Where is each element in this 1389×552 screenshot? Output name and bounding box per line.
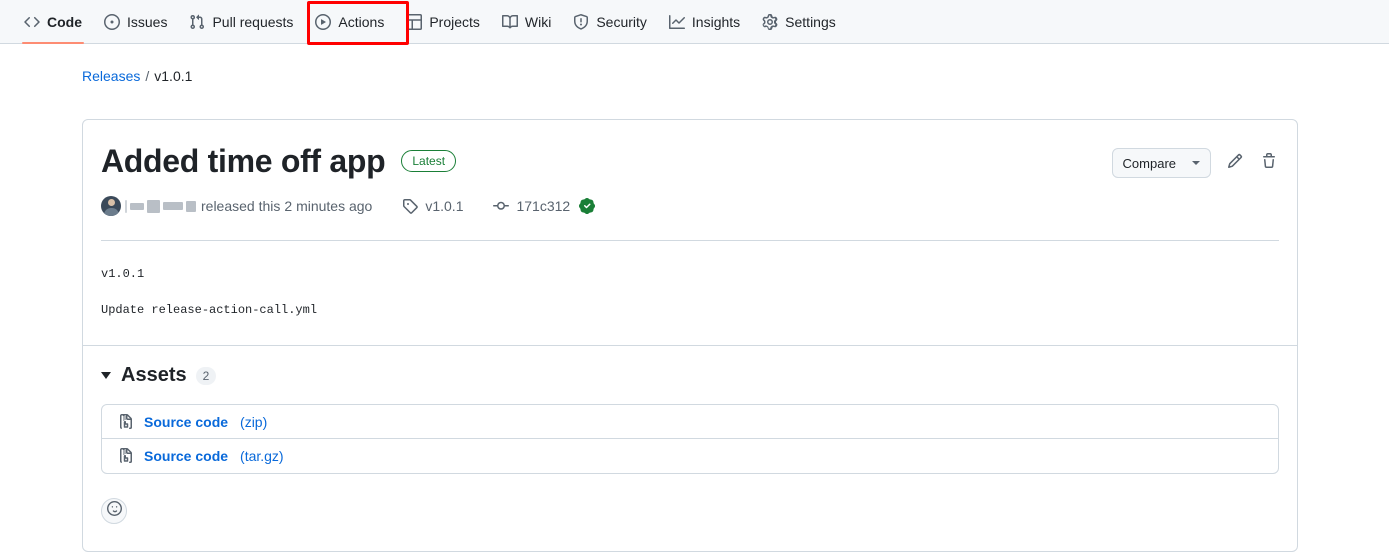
list-item[interactable]: Source code (zip) [102, 405, 1278, 440]
release-card: Added time off app Latest Compare releas… [82, 119, 1298, 552]
asset-name: Source code [144, 448, 229, 465]
asset-extension: (zip) [240, 413, 268, 430]
nav-tab-label: Security [596, 13, 647, 30]
nav-tab-issues[interactable]: Issues [94, 0, 177, 44]
issue-opened-icon [104, 13, 120, 30]
assets-list: Source code (zip) Source code (tar.gz) [101, 404, 1279, 475]
nav-tab-label: Wiki [524, 13, 552, 30]
assets-section: Assets 2 Source code (zip) Source code (… [83, 346, 1297, 546]
breadcrumb: Releases / v1.0.1 [0, 44, 1389, 84]
trash-icon [1261, 152, 1277, 174]
avatar-body [103, 208, 119, 217]
release-meta: released this 2 minutes ago v1.0.1 171c3… [101, 196, 1279, 217]
pencil-icon [1227, 153, 1243, 174]
release-commit-sha: 171c312 [516, 198, 571, 215]
delete-release-button[interactable] [1259, 152, 1279, 174]
nav-tab-security[interactable]: Security [563, 0, 657, 44]
book-icon [501, 14, 518, 30]
play-circle-icon [315, 13, 332, 30]
avatar-head [107, 199, 115, 207]
add-reaction-button[interactable] [101, 498, 127, 525]
chevron-down-icon [1192, 161, 1200, 165]
nav-tab-wiki[interactable]: Wiki [492, 0, 561, 44]
edit-release-button[interactable] [1225, 153, 1245, 173]
compare-button-label: Compare [1122, 155, 1176, 171]
nav-tab-settings[interactable]: Settings [752, 0, 846, 44]
asset-name: Source code [144, 413, 229, 430]
breadcrumb-current: v1.0.1 [154, 68, 193, 84]
released-this-label: released this [201, 198, 281, 215]
status-badge: Latest [401, 150, 457, 173]
page-title: Added time off app [101, 143, 386, 179]
nav-tab-label: Insights [691, 13, 741, 30]
nav-tab-projects[interactable]: Projects [396, 0, 490, 44]
assets-count-badge: 2 [195, 366, 217, 385]
list-item[interactable]: Source code (tar.gz) [102, 439, 1278, 473]
nav-tab-label: Pull requests [212, 13, 294, 30]
nav-tab-actions[interactable]: Actions [305, 0, 394, 44]
compare-button[interactable]: Compare [1111, 148, 1211, 178]
author-name-redacted [125, 199, 196, 213]
breadcrumb-releases-link[interactable]: Releases [82, 68, 140, 84]
release-commit[interactable]: 171c312 [493, 198, 570, 214]
avatar[interactable] [101, 196, 121, 217]
release-tag-label: v1.0.1 [425, 198, 464, 215]
shield-icon [573, 13, 589, 30]
tag-icon [402, 198, 419, 215]
nav-tab-insights[interactable]: Insights [659, 0, 750, 44]
repo-nav-bar: Code Issues Pull requests Actions Projec… [0, 0, 1389, 45]
assets-toggle[interactable]: Assets 2 [101, 364, 1279, 387]
code-icon [24, 14, 40, 30]
release-notes-line: Update release-action-call.yml [101, 303, 318, 318]
asset-extension: (tar.gz) [240, 448, 284, 465]
release-header: Added time off app Latest Compare [101, 142, 1279, 180]
table-icon [406, 13, 423, 30]
assets-title: Assets [121, 364, 187, 387]
nav-tab-label: Projects [429, 13, 480, 30]
git-pull-request-icon [189, 14, 205, 30]
release-notes-line: v1.0.1 [101, 267, 145, 282]
release-notes-body: v1.0.1 Update release-action-call.yml [101, 241, 1279, 345]
graph-icon [668, 14, 685, 30]
nav-tab-label: Issues [127, 13, 168, 30]
breadcrumb-separator: / [145, 68, 150, 84]
release-toolbar: Compare [1111, 142, 1279, 178]
file-zip-icon [118, 413, 134, 430]
triangle-down-icon [101, 372, 111, 380]
nav-tab-pull-requests[interactable]: Pull requests [179, 0, 303, 44]
release-timestamp: 2 minutes ago [284, 198, 373, 215]
nav-tab-label: Settings [785, 13, 836, 30]
nav-tab-label: Actions [338, 13, 385, 30]
release-tag[interactable]: v1.0.1 [402, 198, 463, 214]
verified-badge-icon[interactable] [579, 198, 596, 215]
smiley-icon [106, 501, 122, 521]
file-zip-icon [118, 448, 134, 464]
git-commit-icon [493, 198, 510, 214]
nav-tab-code[interactable]: Code [14, 0, 92, 44]
nav-tab-label: Code [47, 13, 82, 30]
gear-icon [762, 13, 778, 30]
